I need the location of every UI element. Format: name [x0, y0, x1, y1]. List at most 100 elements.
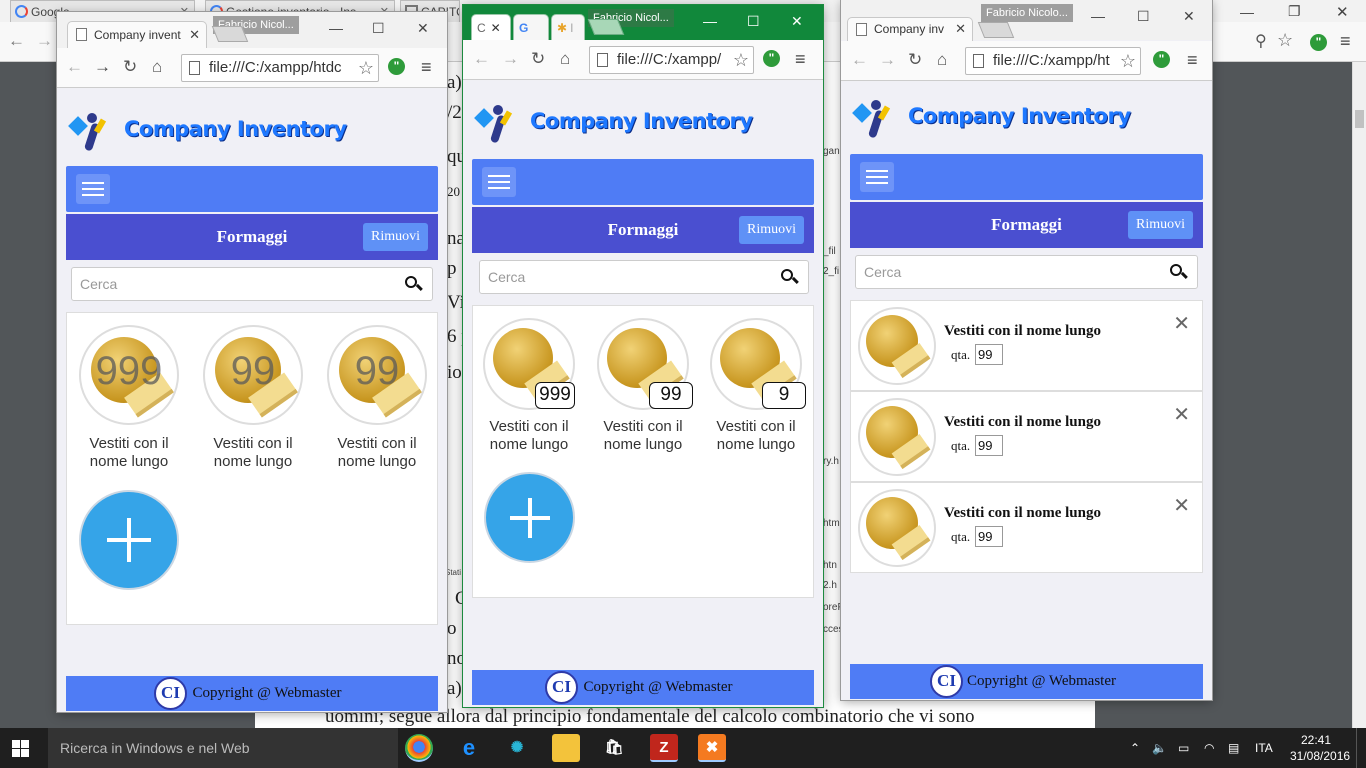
- search-icon[interactable]: [1170, 264, 1188, 281]
- minimize-icon[interactable]: —: [703, 13, 717, 29]
- restore-icon[interactable]: ❐: [1288, 3, 1301, 20]
- remove-button[interactable]: Rimuovi: [738, 216, 804, 244]
- back-icon[interactable]: ←: [473, 49, 490, 69]
- doc-side-text: htn: [823, 560, 837, 571]
- search-icon[interactable]: [781, 269, 799, 286]
- cheese-image: [858, 489, 936, 567]
- tab-company-inventory[interactable]: Company inv ✕: [847, 17, 973, 41]
- notification-icon[interactable]: ▤: [1228, 728, 1239, 768]
- address-bar[interactable]: file:///C:/xampp/ht ☆: [965, 47, 1141, 75]
- close-icon[interactable]: ✕: [791, 13, 803, 30]
- hangouts-icon[interactable]: ": [388, 58, 405, 75]
- search-input[interactable]: Cerca: [855, 255, 1198, 289]
- hamburger-menu-button[interactable]: [482, 167, 516, 197]
- tab-company-inventory[interactable]: Company invent ✕: [67, 21, 207, 48]
- close-icon[interactable]: ✕: [1336, 3, 1349, 21]
- wifi-icon[interactable]: ◠: [1204, 728, 1214, 768]
- back-icon[interactable]: ←: [851, 50, 868, 70]
- volume-icon[interactable]: 🔈: [1152, 728, 1167, 768]
- zoom-icon[interactable]: ⚲: [1255, 31, 1267, 51]
- tab-google[interactable]: G: [513, 14, 549, 41]
- tab-active[interactable]: C ✕: [471, 14, 511, 41]
- search-placeholder: Cerca: [864, 264, 902, 280]
- address-bar[interactable]: file:///C:/xampp/ ☆: [589, 46, 754, 74]
- reload-icon[interactable]: ↻: [908, 50, 922, 70]
- profile-badge[interactable]: Fabricio Nicolo...: [981, 4, 1073, 22]
- forward-icon[interactable]: →: [94, 57, 111, 77]
- search-icon[interactable]: [405, 276, 423, 293]
- home-icon[interactable]: ⌂: [937, 50, 947, 70]
- search-input[interactable]: Cerca: [71, 267, 433, 301]
- filezilla-icon[interactable]: Z: [650, 734, 678, 762]
- remove-button[interactable]: Rimuovi: [362, 223, 428, 251]
- store-icon[interactable]: 🛍: [600, 734, 628, 762]
- forward-icon[interactable]: →: [879, 50, 896, 70]
- reload-icon[interactable]: ↻: [123, 57, 137, 77]
- star-icon[interactable]: ☆: [358, 55, 374, 81]
- add-item-button[interactable]: [79, 490, 179, 590]
- home-icon[interactable]: ⌂: [560, 49, 570, 69]
- list-item[interactable]: Vestiti con il nome lungo qta. 99 ✕: [850, 300, 1203, 391]
- star-icon[interactable]: ☆: [733, 47, 749, 73]
- close-icon[interactable]: ✕: [1173, 493, 1190, 518]
- menu-icon[interactable]: ≡: [421, 57, 432, 78]
- minimize-icon[interactable]: —: [1240, 4, 1254, 20]
- add-item-button[interactable]: [484, 472, 575, 563]
- close-icon[interactable]: ✕: [491, 21, 501, 35]
- close-icon[interactable]: ✕: [1173, 402, 1190, 427]
- maximize-icon[interactable]: ☐: [372, 20, 385, 37]
- close-icon[interactable]: ✕: [1173, 311, 1190, 336]
- star-icon[interactable]: ☆: [1277, 30, 1293, 51]
- maximize-icon[interactable]: ☐: [1137, 8, 1150, 25]
- menu-icon[interactable]: ≡: [1340, 31, 1351, 52]
- list-item[interactable]: Vestiti con il nome lungo qta. 99 ✕: [850, 482, 1203, 573]
- forward-icon[interactable]: →: [502, 49, 519, 69]
- address-bar[interactable]: file:///C:/xampp/htdc ☆: [181, 54, 379, 82]
- remove-button[interactable]: Rimuovi: [1127, 211, 1193, 239]
- close-icon[interactable]: ✕: [1183, 8, 1195, 25]
- maximize-icon[interactable]: ☐: [747, 13, 760, 30]
- back-icon[interactable]: ←: [8, 31, 25, 51]
- hamburger-menu-button[interactable]: [860, 162, 894, 192]
- show-desktop-button[interactable]: [1356, 728, 1366, 768]
- windows-start-icon[interactable]: [12, 740, 30, 757]
- search-input[interactable]: Cerca: [479, 260, 809, 294]
- file-explorer-icon[interactable]: [552, 734, 580, 762]
- close-icon[interactable]: ✕: [417, 20, 429, 37]
- network-app-icon[interactable]: ✺: [503, 734, 531, 762]
- tray-chevron-icon[interactable]: ⌃: [1130, 728, 1140, 768]
- hangouts-icon[interactable]: ": [1310, 34, 1327, 51]
- scrollbar[interactable]: [1352, 62, 1366, 728]
- quantity-field[interactable]: 99: [975, 526, 1003, 547]
- battery-icon[interactable]: ▭: [1178, 728, 1189, 768]
- new-tab-button[interactable]: [587, 19, 625, 35]
- taskbar-search[interactable]: Ricerca in Windows e nel Web: [48, 728, 398, 768]
- tab-other[interactable]: ✱ I: [551, 14, 585, 41]
- clock[interactable]: 22:41 31/08/2016: [1290, 732, 1350, 768]
- hamburger-menu-button[interactable]: [76, 174, 110, 204]
- back-icon[interactable]: ←: [66, 57, 83, 77]
- quantity-field[interactable]: 99: [975, 435, 1003, 456]
- edge-icon[interactable]: e: [455, 734, 483, 762]
- home-icon[interactable]: ⌂: [152, 57, 162, 77]
- star-icon[interactable]: ☆: [1120, 48, 1136, 74]
- reload-icon[interactable]: ↻: [531, 49, 545, 69]
- minimize-icon[interactable]: —: [329, 20, 343, 36]
- close-icon[interactable]: ✕: [189, 22, 200, 48]
- new-tab-button[interactable]: [977, 22, 1015, 38]
- forward-icon[interactable]: →: [36, 31, 53, 51]
- list-item[interactable]: Vestiti con il nome lungo qta. 99 ✕: [850, 391, 1203, 482]
- hangouts-icon[interactable]: ": [763, 50, 780, 67]
- menu-icon[interactable]: ≡: [795, 49, 806, 70]
- quantity-field[interactable]: 99: [975, 344, 1003, 365]
- minimize-icon[interactable]: —: [1091, 8, 1105, 24]
- language-indicator[interactable]: ITA: [1255, 728, 1273, 768]
- hangouts-icon[interactable]: ": [1153, 51, 1170, 68]
- doc-fragment: io: [447, 362, 462, 383]
- xampp-icon[interactable]: ✖: [698, 734, 726, 762]
- new-tab-button[interactable]: [211, 26, 249, 42]
- close-icon[interactable]: ✕: [955, 18, 966, 40]
- scrollbar-thumb[interactable]: [1355, 110, 1364, 128]
- menu-icon[interactable]: ≡: [1187, 50, 1198, 71]
- chrome-icon[interactable]: [405, 734, 433, 762]
